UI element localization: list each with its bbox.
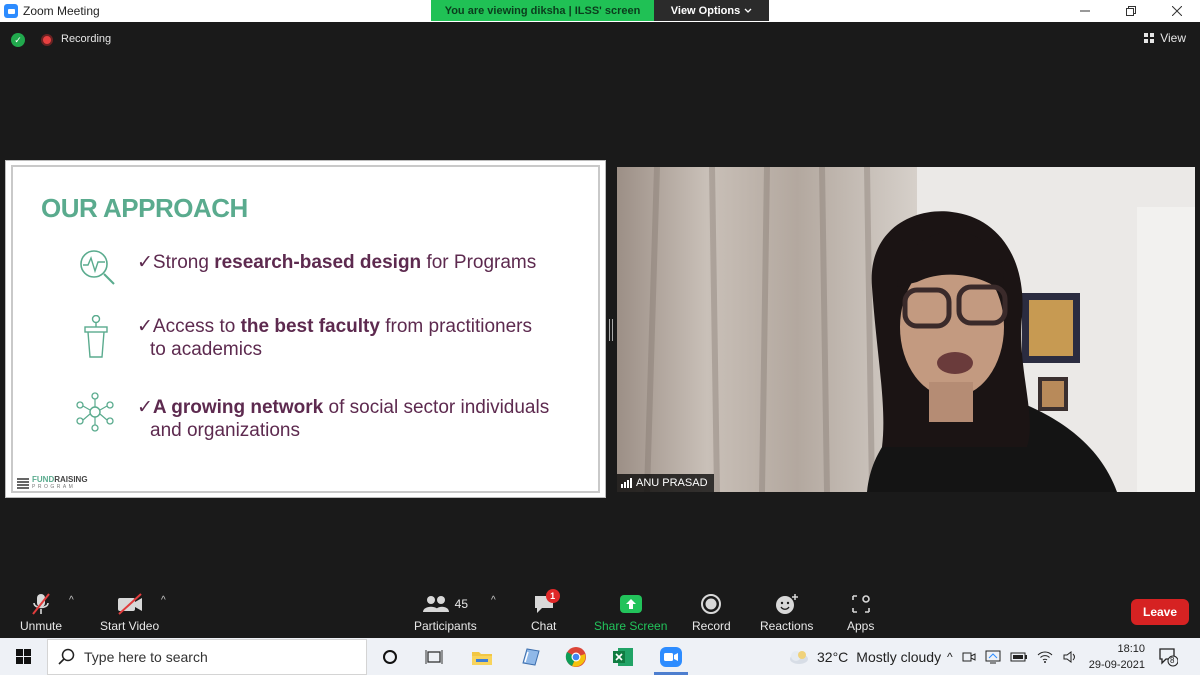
- participants-chevron-icon[interactable]: ^: [491, 595, 496, 606]
- gallery-view-icon: [1144, 33, 1155, 43]
- participants-button[interactable]: 45 Participants: [414, 591, 477, 633]
- chat-badge: 1: [545, 589, 560, 603]
- bullet-growing-network: ✓A growing network of social sector indi…: [137, 397, 550, 441]
- reactions-label: Reactions: [760, 619, 814, 633]
- restore-icon: [1126, 6, 1136, 16]
- notification-center-button[interactable]: 8: [1158, 647, 1179, 672]
- clock-date: 29-09-2021: [1088, 659, 1145, 671]
- bullet-research-design: ✓Strong research-based design for Progra…: [137, 252, 537, 273]
- leave-button[interactable]: Leave: [1131, 599, 1189, 625]
- battery-icon[interactable]: [1010, 651, 1028, 663]
- cortana-icon[interactable]: [377, 644, 403, 670]
- window-title: Zoom Meeting: [23, 4, 100, 18]
- security-shield-icon[interactable]: ✓: [11, 33, 25, 47]
- task-view-icon[interactable]: [421, 644, 447, 670]
- cloud-icon: [790, 650, 808, 664]
- apps-icon: [851, 595, 870, 613]
- unmute-label: Unmute: [20, 619, 63, 633]
- search-icon: [58, 648, 75, 665]
- system-clock[interactable]: 18:10 29-09-2021: [1089, 641, 1145, 673]
- microphone-muted-icon: [32, 593, 50, 615]
- video-options-chevron-icon[interactable]: ^: [161, 595, 166, 606]
- speaker-icon[interactable]: [1062, 650, 1078, 664]
- windows-taskbar: 32°C Mostly cloudy ^ 18:10 29-09-2021 8: [0, 638, 1200, 675]
- network-icon: [76, 392, 114, 432]
- presentation-slide: OUR APPROACH ✓Strong research-based desi…: [11, 165, 600, 493]
- participant-name: ANU PRASAD: [636, 477, 708, 489]
- share-screen-label: Share Screen: [594, 619, 668, 633]
- chevron-up-icon[interactable]: ^: [947, 650, 953, 664]
- close-button[interactable]: [1154, 0, 1200, 22]
- search-input[interactable]: [84, 649, 354, 665]
- participant-video[interactable]: ANU PRASAD: [617, 167, 1195, 492]
- smiley-plus-icon: [775, 594, 798, 614]
- video-off-icon: [117, 593, 142, 615]
- excel-icon[interactable]: [610, 644, 636, 670]
- notification-count: 8: [1170, 656, 1175, 665]
- fundraising-program-logo: FUNDRAISING PROGRAM: [17, 476, 88, 490]
- zoom-taskbar-icon[interactable]: [656, 644, 686, 670]
- share-screen-icon: [619, 595, 642, 613]
- paint-app-icon[interactable]: [517, 644, 543, 670]
- record-label: Record: [692, 619, 731, 633]
- zoom-window: Zoom Meeting You are viewing diksha | IL…: [0, 0, 1200, 675]
- podium-icon: [84, 315, 108, 358]
- recording-label: Recording: [61, 33, 112, 45]
- start-video-button[interactable]: Start Video: [100, 591, 159, 633]
- shared-screen: OUR APPROACH ✓Strong research-based desi…: [5, 160, 606, 498]
- chat-label: Chat: [531, 619, 557, 633]
- record-button[interactable]: Record: [692, 591, 731, 633]
- close-icon: [1172, 6, 1182, 16]
- chat-button[interactable]: 1 Chat: [531, 589, 560, 633]
- share-screen-button[interactable]: Share Screen: [594, 591, 667, 633]
- windows-start-icon[interactable]: [16, 649, 31, 664]
- participant-name-tag: ANU PRASAD: [617, 474, 714, 492]
- bullet-best-faculty: ✓Access to the best faculty from practit…: [137, 316, 532, 360]
- chevron-down-icon: [744, 8, 752, 13]
- taskbar-search[interactable]: [47, 639, 367, 675]
- notification-icon: [1159, 648, 1179, 667]
- minimize-icon: [1080, 10, 1090, 12]
- weather-widget[interactable]: 32°C Mostly cloudy: [787, 638, 941, 675]
- apps-button[interactable]: Apps: [847, 591, 874, 633]
- clock-time: 18:10: [1117, 643, 1145, 655]
- view-label: View: [1160, 31, 1186, 45]
- view-options-button[interactable]: View Options: [654, 0, 769, 21]
- slide-title: OUR APPROACH: [41, 193, 248, 223]
- meeting-toolbar: Unmute ^ Start Video ^ 45 Participants ^…: [0, 585, 1200, 638]
- participants-label: Participants: [414, 619, 477, 633]
- record-icon: [701, 594, 722, 614]
- audio-options-chevron-icon[interactable]: ^: [69, 595, 74, 606]
- research-magnifier-icon: [80, 250, 115, 285]
- viewing-banner: You are viewing diksha | ILSS' screen: [431, 0, 654, 21]
- participants-icon: [422, 596, 449, 612]
- wifi-icon[interactable]: [1037, 650, 1053, 664]
- restore-button[interactable]: [1108, 0, 1154, 22]
- window-controls: [1062, 0, 1200, 22]
- meet-now-icon[interactable]: [962, 650, 976, 664]
- temperature: 32°C: [817, 648, 849, 665]
- chrome-icon[interactable]: [563, 644, 589, 670]
- view-button[interactable]: View: [1144, 31, 1186, 45]
- weather-condition: Mostly cloudy: [856, 648, 942, 665]
- display-icon[interactable]: [985, 650, 1001, 664]
- splitter-handle[interactable]: [609, 319, 613, 341]
- minimize-button[interactable]: [1062, 0, 1108, 22]
- system-tray: ^: [947, 638, 1078, 675]
- unmute-button[interactable]: Unmute: [20, 591, 62, 633]
- zoom-app-icon: [4, 4, 18, 18]
- reactions-button[interactable]: Reactions: [760, 591, 813, 633]
- file-explorer-icon[interactable]: [469, 644, 495, 670]
- recording-icon: [41, 34, 53, 46]
- start-video-label: Start Video: [100, 619, 160, 633]
- video-frame: [617, 167, 1195, 492]
- view-options-label: View Options: [670, 4, 741, 17]
- participant-count: 45: [454, 597, 469, 611]
- signal-strength-icon: [621, 478, 632, 488]
- apps-label: Apps: [847, 619, 875, 633]
